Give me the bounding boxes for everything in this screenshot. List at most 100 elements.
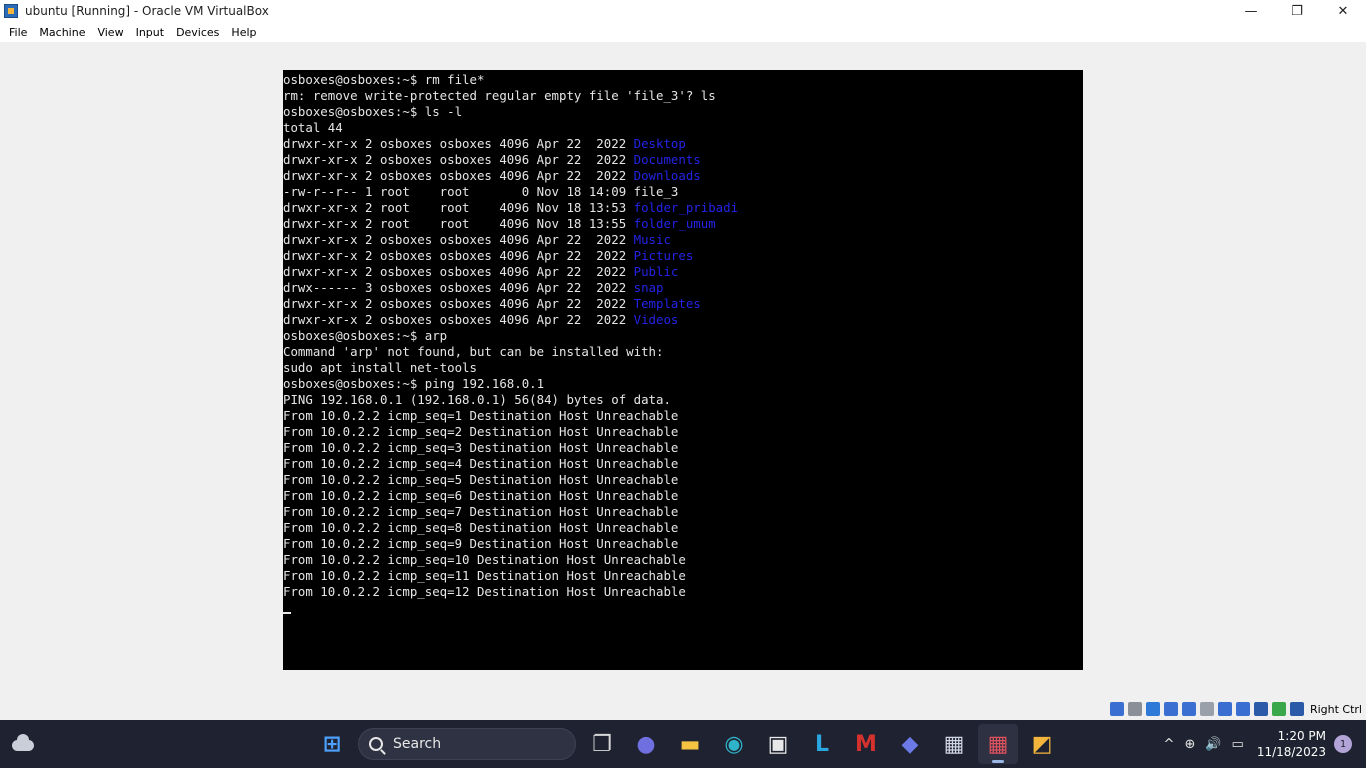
vm-console[interactable]: osboxes@osboxes:~$ rm file* rm: remove wr… [283, 70, 1083, 670]
menu-help[interactable]: Help [225, 26, 262, 39]
terminal-line: osboxes@osboxes:~$ rm file* [283, 72, 1083, 88]
terminal-text: drwxr-xr-x 2 root root 4096 Nov 18 13:53 [283, 200, 634, 215]
task-view-icon[interactable]: ❐ [582, 724, 622, 764]
terminal-line: drwxr-xr-x 2 osboxes osboxes 4096 Apr 22… [283, 152, 1083, 168]
minimize-button[interactable]: — [1228, 0, 1274, 22]
terminal-line: osboxes@osboxes:~$ ls -l [283, 104, 1083, 120]
terminal-line: drwxr-xr-x 2 osboxes osboxes 4096 Apr 22… [283, 248, 1083, 264]
directory-name: Desktop [633, 136, 686, 151]
menu-file[interactable]: File [3, 26, 33, 39]
weather-icon[interactable] [10, 732, 36, 754]
terminal-line: From 10.0.2.2 icmp_seq=7 Destination Hos… [283, 504, 1083, 520]
menu-view[interactable]: View [91, 26, 129, 39]
edge-icon-glyph: ◉ [724, 731, 744, 757]
store-icon-glyph: ▣ [767, 731, 789, 757]
terminal-line: From 10.0.2.2 icmp_seq=3 Destination Hos… [283, 440, 1083, 456]
mcafee-icon-glyph: M [855, 731, 877, 757]
globe-icon[interactable]: ⊕ [1184, 737, 1195, 752]
terminal-text: Command 'arp' not found, but can be inst… [283, 344, 664, 359]
meet-icon-glyph: ● [636, 731, 656, 757]
terminal-text: drwxr-xr-x 2 osboxes osboxes 4096 Apr 22… [283, 168, 634, 183]
terminal-line: drwxr-xr-x 2 osboxes osboxes 4096 Apr 22… [283, 312, 1083, 328]
terminal-text: osboxes@osboxes:~$ rm file* [283, 72, 485, 87]
search-label: Search [393, 736, 442, 752]
terminal-line: drwxr-xr-x 2 osboxes osboxes 4096 Apr 22… [283, 296, 1083, 312]
terminal-text: PING 192.168.0.1 (192.168.0.1) 56(84) by… [283, 392, 671, 407]
mcafee-icon[interactable]: M [846, 724, 886, 764]
menu-devices[interactable]: Devices [170, 26, 225, 39]
menu-input[interactable]: Input [130, 26, 170, 39]
shared-folders-icon[interactable] [1199, 702, 1214, 716]
host-key-label: Right Ctrl [1309, 702, 1362, 716]
close-button[interactable]: ✕ [1320, 0, 1366, 22]
copilot-icon-glyph: ◆ [901, 731, 919, 757]
clock-date: 11/18/2023 [1256, 745, 1326, 759]
keyboard-capture-icon[interactable] [1289, 702, 1304, 716]
terminal-line: From 10.0.2.2 icmp_seq=10 Destination Ho… [283, 552, 1083, 568]
virtualbox-icon-glyph: ▦ [943, 731, 965, 757]
terminal-text: osboxes@osboxes:~$ ls -l [283, 104, 463, 119]
taskbar-apps: ⊞ Search ❐ ● ▬ ◉ ▣ L M ◆ ▦ ▦ ◩ [310, 720, 1064, 768]
terminal-text: From 10.0.2.2 icmp_seq=6 Destination Hos… [283, 488, 679, 503]
app-icon[interactable]: ◩ [1022, 724, 1062, 764]
l-app-icon[interactable]: L [802, 724, 842, 764]
network-icon[interactable] [1163, 702, 1178, 716]
file-explorer-icon-glyph: ▬ [679, 731, 701, 757]
terminal-text: From 10.0.2.2 icmp_seq=3 Destination Hos… [283, 440, 679, 455]
menu-machine[interactable]: Machine [33, 26, 91, 39]
meet-icon[interactable]: ● [626, 724, 666, 764]
terminal-line: From 10.0.2.2 icmp_seq=4 Destination Hos… [283, 456, 1083, 472]
notification-badge[interactable]: 1 [1334, 735, 1352, 753]
terminal-text: drwxr-xr-x 2 root root 4096 Nov 18 13:55 [283, 216, 634, 231]
terminal-line: osboxes@osboxes:~$ arp [283, 328, 1083, 344]
app-icon-glyph: ◩ [1031, 731, 1053, 757]
maximize-button[interactable]: ❐ [1274, 0, 1320, 22]
terminal-line: From 10.0.2.2 icmp_seq=1 Destination Hos… [283, 408, 1083, 424]
recording-icon[interactable] [1235, 702, 1250, 716]
virtualbox-vm-icon[interactable]: ▦ [978, 724, 1018, 764]
clock[interactable]: 1:20 PM 11/18/2023 [1257, 728, 1326, 760]
directory-name: Documents [633, 152, 701, 167]
directory-name: Videos [633, 312, 679, 327]
terminal-line: drwxr-xr-x 2 root root 4096 Nov 18 13:55… [283, 216, 1083, 232]
title-bar: ubuntu [Running] - Oracle VM VirtualBox … [0, 0, 1366, 22]
vm-status-bar: Right Ctrl [0, 698, 1366, 720]
directory-name: folder_pribadi [633, 200, 739, 215]
terminal-text: drwx------ 3 osboxes osboxes 4096 Apr 22… [283, 280, 634, 295]
terminal-text: From 10.0.2.2 icmp_seq=12 Destination Ho… [283, 584, 686, 599]
directory-name: Public [633, 264, 679, 279]
audio-icon[interactable] [1145, 702, 1160, 716]
optical-drive-icon[interactable] [1109, 702, 1124, 716]
tray-chevron-icon[interactable]: ^ [1164, 737, 1175, 752]
store-icon[interactable]: ▣ [758, 724, 798, 764]
battery-icon[interactable]: ▭ [1232, 737, 1244, 752]
mouse-integration-icon[interactable] [1271, 702, 1286, 716]
copilot-icon[interactable]: ◆ [890, 724, 930, 764]
display-icon[interactable] [1217, 702, 1232, 716]
usb-icon[interactable] [1181, 702, 1196, 716]
terminal-line: PING 192.168.0.1 (192.168.0.1) 56(84) by… [283, 392, 1083, 408]
disk-icon[interactable] [1127, 702, 1142, 716]
virtualbox-icon[interactable]: ▦ [934, 724, 974, 764]
task-view-icon-glyph: ❐ [592, 731, 612, 757]
edge-icon[interactable]: ◉ [714, 724, 754, 764]
taskbar-search-box[interactable]: Search [358, 728, 576, 760]
window-controls: — ❐ ✕ [1228, 0, 1366, 22]
file-explorer-icon[interactable]: ▬ [670, 724, 710, 764]
terminal-text: From 10.0.2.2 icmp_seq=10 Destination Ho… [283, 552, 686, 567]
system-tray: ^ ⊕ 🔊 ▭ 1:20 PM 11/18/2023 1 [1159, 720, 1366, 768]
terminal-line: osboxes@osboxes:~$ ping 192.168.0.1 [283, 376, 1083, 392]
terminal-text: rm: remove write-protected regular empty… [283, 88, 716, 103]
menu-bar: File Machine View Input Devices Help [0, 22, 1366, 42]
directory-name: Pictures [633, 248, 694, 263]
directory-name: folder_umum [633, 216, 716, 231]
virtualization-icon[interactable] [1253, 702, 1268, 716]
terminal-text: From 10.0.2.2 icmp_seq=11 Destination Ho… [283, 568, 686, 583]
terminal-text: osboxes@osboxes:~$ arp [283, 328, 448, 343]
directory-name: Downloads [633, 168, 701, 183]
terminal-text: From 10.0.2.2 icmp_seq=7 Destination Hos… [283, 504, 679, 519]
start-icon-glyph: ⊞ [322, 731, 342, 757]
start-icon[interactable]: ⊞ [312, 724, 352, 764]
volume-icon[interactable]: 🔊 [1205, 737, 1221, 752]
clock-time: 1:20 PM [1277, 729, 1326, 743]
